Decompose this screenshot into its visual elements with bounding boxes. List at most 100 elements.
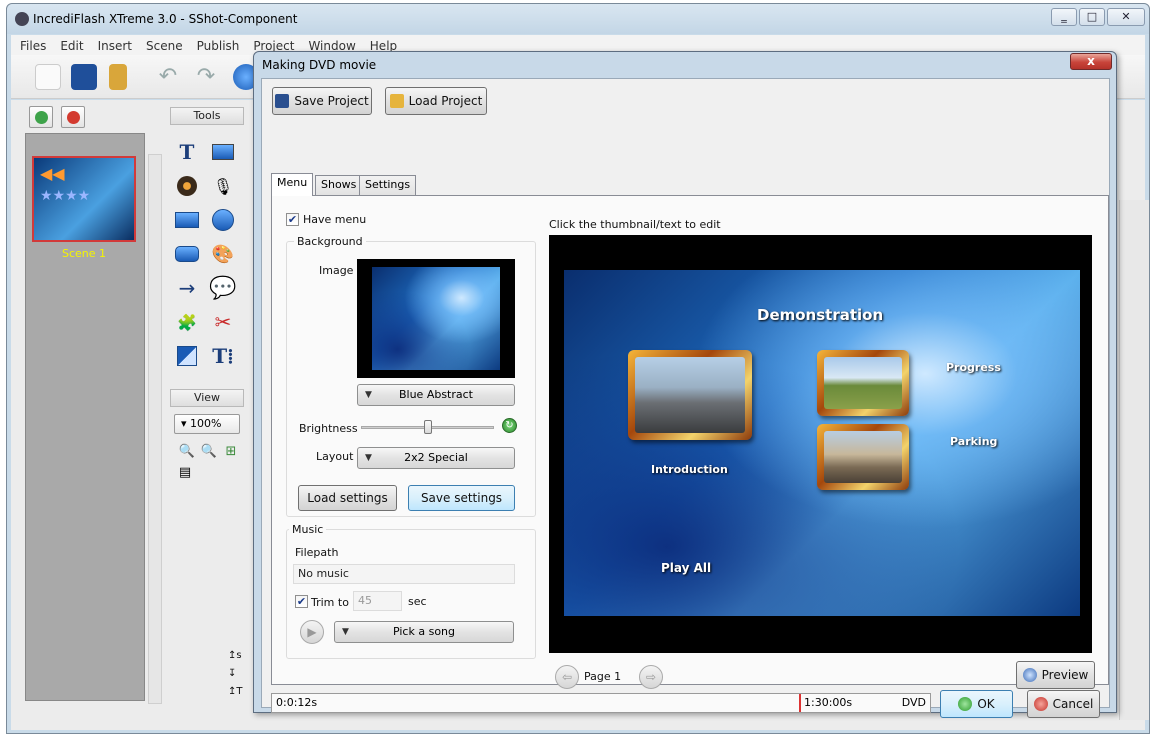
rounded-rect-tool-icon[interactable] xyxy=(174,242,200,266)
brightness-slider[interactable] xyxy=(423,420,432,434)
save-settings-button[interactable]: Save settings xyxy=(408,485,515,511)
load-project-label: Load Project xyxy=(408,94,483,108)
scene-scrollbar[interactable] xyxy=(148,154,162,704)
next-page-icon[interactable]: ⇨ xyxy=(639,665,663,689)
tab-settings[interactable]: Settings xyxy=(359,175,417,195)
menu-publish[interactable]: Publish xyxy=(188,35,245,53)
undo-icon[interactable]: ↶ xyxy=(155,64,181,90)
cancel-icon xyxy=(1033,697,1048,711)
progress-label[interactable]: Progress xyxy=(946,361,1001,374)
save-icon xyxy=(275,94,290,108)
parking-thumbnail[interactable] xyxy=(817,424,909,490)
dvd-menu-canvas: Demonstration Introduction Progress Park… xyxy=(564,270,1080,616)
microphone-tool-icon[interactable]: 🎙 xyxy=(210,174,236,198)
menu-edit[interactable]: Edit xyxy=(51,35,88,53)
arrow-tool-icon[interactable]: → xyxy=(174,276,200,300)
rectangle-tool-icon[interactable] xyxy=(174,208,200,232)
dvd-menu-title[interactable]: Demonstration xyxy=(757,306,883,324)
menu-files[interactable]: Files xyxy=(11,35,51,53)
scene-thumbnail[interactable]: ◀◀ ★★★★ xyxy=(32,156,136,242)
chevron-down-icon: ▼ xyxy=(365,390,372,400)
play-song-icon[interactable]: ▶ xyxy=(300,620,324,644)
fit-view-icon[interactable]: ⊞ xyxy=(218,439,244,463)
add-scene-button[interactable] xyxy=(29,106,53,128)
refresh-icon[interactable]: ↻ xyxy=(502,418,517,433)
duration-bar: 0:0:12s 1:30:00s DVD xyxy=(271,693,931,713)
background-group-label: Background xyxy=(294,235,366,248)
preview-label: Preview xyxy=(1041,668,1089,682)
load-settings-button[interactable]: Load settings xyxy=(298,485,397,511)
layout-select[interactable]: ▼ 2x2 Special xyxy=(357,447,515,469)
sound-tool-icon[interactable] xyxy=(174,174,200,198)
ok-button[interactable]: OK xyxy=(940,690,1013,718)
save-icon[interactable] xyxy=(71,64,97,90)
image-tool-icon[interactable] xyxy=(210,140,236,164)
tab-menu[interactable]: Menu xyxy=(271,173,314,196)
previous-page-icon[interactable]: ⇦ xyxy=(555,665,579,689)
view-header: View xyxy=(170,389,244,407)
tools-header: Tools xyxy=(170,107,244,125)
close-window-button[interactable]: ✕ xyxy=(1107,8,1145,26)
palette-tool-icon[interactable]: 🎨 xyxy=(210,242,236,266)
tab-shows[interactable]: Shows xyxy=(315,175,363,195)
have-menu-checkbox[interactable]: ✔ xyxy=(286,213,299,226)
ellipse-tool-icon[interactable] xyxy=(210,208,236,232)
text-tool-icon[interactable]: T xyxy=(174,140,200,164)
intro-thumbnail[interactable] xyxy=(628,350,752,440)
format-label: DVD xyxy=(901,696,926,709)
star-icon: ★★★★ xyxy=(40,188,91,204)
trim-input[interactable]: 45 xyxy=(353,591,402,611)
new-file-icon[interactable] xyxy=(35,64,61,90)
speech-bubble-tool-icon[interactable]: 💬 xyxy=(209,276,236,301)
parking-label[interactable]: Parking xyxy=(950,435,997,448)
play-all-label[interactable]: Play All xyxy=(661,561,711,575)
zoom-select[interactable]: ▾ 100% xyxy=(174,414,240,434)
move-top-icon[interactable]: ↥T xyxy=(228,686,243,697)
layout-value: 2x2 Special xyxy=(404,451,468,464)
arrow-left-icon: ◀◀ xyxy=(40,164,65,183)
ok-label: OK xyxy=(977,697,995,711)
move-down-icon[interactable]: ↧ xyxy=(228,668,236,679)
minimize-button[interactable]: ‗ xyxy=(1051,8,1077,26)
trim-label: Trim to xyxy=(311,596,349,609)
dialog-close-button[interactable]: x xyxy=(1070,53,1112,70)
background-select[interactable]: ▼ Blue Abstract xyxy=(357,384,515,406)
intro-picture xyxy=(635,357,745,433)
timeline-icon[interactable]: ▤ xyxy=(172,460,198,484)
end-time: 1:30:00s xyxy=(804,696,853,709)
save-settings-label: Save settings xyxy=(420,491,503,505)
load-project-button[interactable]: Load Project xyxy=(385,87,487,115)
menu-insert[interactable]: Insert xyxy=(89,35,137,53)
scene-panel: ◀◀ ★★★★ Scene 1 xyxy=(25,133,145,701)
move-up-icon[interactable]: ↥s xyxy=(228,650,242,661)
open-icon[interactable] xyxy=(109,64,127,90)
dialog-body: Save Project Load Project Menu Shows Set… xyxy=(261,78,1110,718)
background-image-preview[interactable] xyxy=(357,259,515,378)
save-project-button[interactable]: Save Project xyxy=(272,87,372,115)
redo-icon[interactable]: ↷ xyxy=(193,64,219,90)
pick-song-button[interactable]: ▼ Pick a song xyxy=(334,621,514,643)
text-box-tool-icon[interactable]: T⁞ xyxy=(210,344,236,368)
eraser-tool-icon[interactable]: ✂ xyxy=(210,310,236,334)
puzzle-tool-icon[interactable]: 🧩 xyxy=(174,310,200,334)
dvd-menu-preview[interactable]: Demonstration Introduction Progress Park… xyxy=(549,235,1092,653)
music-group-label: Music xyxy=(289,523,327,536)
page-label: Page 1 xyxy=(584,670,622,683)
cancel-label: Cancel xyxy=(1052,697,1094,711)
cancel-button[interactable]: Cancel xyxy=(1027,690,1100,718)
filepath-field[interactable]: No music xyxy=(293,564,515,584)
resize-tool-icon[interactable] xyxy=(174,344,200,368)
folder-icon xyxy=(389,94,404,108)
dialog-title: Making DVD movie xyxy=(262,58,377,72)
pick-song-label: Pick a song xyxy=(392,625,455,638)
intro-label[interactable]: Introduction xyxy=(651,463,728,476)
right-panel xyxy=(1119,200,1149,720)
preview-button[interactable]: Preview xyxy=(1016,661,1095,689)
remove-scene-button[interactable] xyxy=(61,106,85,128)
maximize-button[interactable]: □ xyxy=(1079,8,1105,26)
trim-checkbox[interactable]: ✔ xyxy=(295,595,308,608)
progress-thumbnail[interactable] xyxy=(817,350,909,416)
menu-scene[interactable]: Scene xyxy=(137,35,188,53)
duration-marker xyxy=(799,694,801,712)
magnifier-icon xyxy=(1022,668,1037,682)
